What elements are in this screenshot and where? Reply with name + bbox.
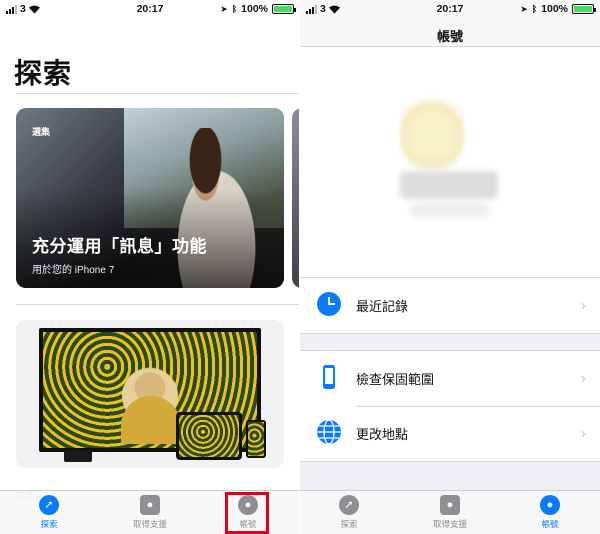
tab-label: 探索 xyxy=(340,519,358,529)
page-title: 帳號 xyxy=(436,29,463,44)
blurred-name xyxy=(400,171,498,199)
battery-percent: 100% xyxy=(541,3,568,15)
chevron-right-icon: › xyxy=(580,369,586,387)
row-label: 最近記錄 xyxy=(356,299,409,314)
bluetooth-icon: ᛒ xyxy=(231,4,238,14)
ipad-image xyxy=(176,412,242,460)
iphone-image xyxy=(246,420,266,458)
account-screen: 3 20:17 ➤ ᛒ 100% 帳號 最近記錄 › 檢查保固範圍 › 更改地點… xyxy=(300,0,600,534)
article-card[interactable] xyxy=(16,320,284,468)
row-change-location[interactable]: 更改地點 › xyxy=(300,406,600,461)
title-divider xyxy=(16,93,300,94)
highlight-box xyxy=(225,492,269,534)
battery-percent: 100% xyxy=(241,3,268,15)
apple-tv-box-image xyxy=(64,450,92,462)
tab-account[interactable]: ● 帳號 xyxy=(520,495,580,530)
row-label: 檢查保固範圍 xyxy=(356,372,435,387)
status-bar: 3 20:17 ➤ ᛒ 100% xyxy=(300,0,600,18)
tab-explore[interactable]: ➚ 探索 xyxy=(19,495,79,530)
tab-explore[interactable]: ➚ 探索 xyxy=(319,495,379,530)
battery-icon xyxy=(272,4,296,14)
row-recent-activity[interactable]: 最近記錄 › xyxy=(300,278,600,333)
card-subtitle: 用於您的 iPhone 7 xyxy=(32,265,115,276)
explore-screen: 3 20:17 ➤ ᛒ 100% 探索 選集 充分運用「訊息」功能 用於您的 i… xyxy=(0,0,300,534)
settings-group: 檢查保固範圍 › 更改地點 › xyxy=(300,350,600,462)
status-right: ➤ ᛒ 100% xyxy=(520,3,596,15)
compass-icon: ➚ xyxy=(339,495,359,515)
clock-icon xyxy=(317,292,341,316)
tab-label: 探索 xyxy=(40,519,58,529)
location-arrow-icon: ➤ xyxy=(220,3,228,14)
avatar[interactable] xyxy=(400,95,464,175)
account-icon: ● xyxy=(540,495,560,515)
tab-label: 取得支援 xyxy=(432,519,467,529)
card-kicker: 選集 xyxy=(32,127,51,137)
bluetooth-icon: ᛒ xyxy=(531,4,538,14)
blurred-email xyxy=(410,203,490,217)
row-check-coverage[interactable]: 檢查保固範圍 › xyxy=(300,351,600,406)
profile-header xyxy=(300,47,600,277)
card-title: 充分運用「訊息」功能 xyxy=(32,237,207,256)
section-divider xyxy=(16,304,300,305)
globe-icon xyxy=(317,419,341,445)
tab-get-support[interactable]: ● 取得支援 xyxy=(120,495,180,530)
tab-label: 取得支援 xyxy=(132,519,167,529)
battery-icon xyxy=(572,4,596,14)
page-title: 探索 xyxy=(14,58,73,89)
apple-support-icon: ● xyxy=(440,495,460,515)
recent-group: 最近記錄 › xyxy=(300,277,600,334)
tab-bar: ➚ 探索 ● 取得支援 ● 帳號 xyxy=(300,490,600,534)
compass-icon: ➚ xyxy=(39,495,59,515)
tab-label: 帳號 xyxy=(541,519,559,529)
iphone-icon xyxy=(323,365,335,389)
tab-get-support[interactable]: ● 取得支援 xyxy=(420,495,480,530)
row-label: 更改地點 xyxy=(356,427,409,442)
chevron-right-icon: › xyxy=(580,424,586,442)
status-bar: 3 20:17 ➤ ᛒ 100% xyxy=(0,0,300,18)
apple-support-icon: ● xyxy=(140,495,160,515)
location-arrow-icon: ➤ xyxy=(520,3,528,14)
status-right: ➤ ᛒ 100% xyxy=(220,3,296,15)
featured-card[interactable]: 選集 充分運用「訊息」功能 用於您的 iPhone 7 xyxy=(16,108,284,288)
chevron-right-icon: › xyxy=(580,296,586,314)
